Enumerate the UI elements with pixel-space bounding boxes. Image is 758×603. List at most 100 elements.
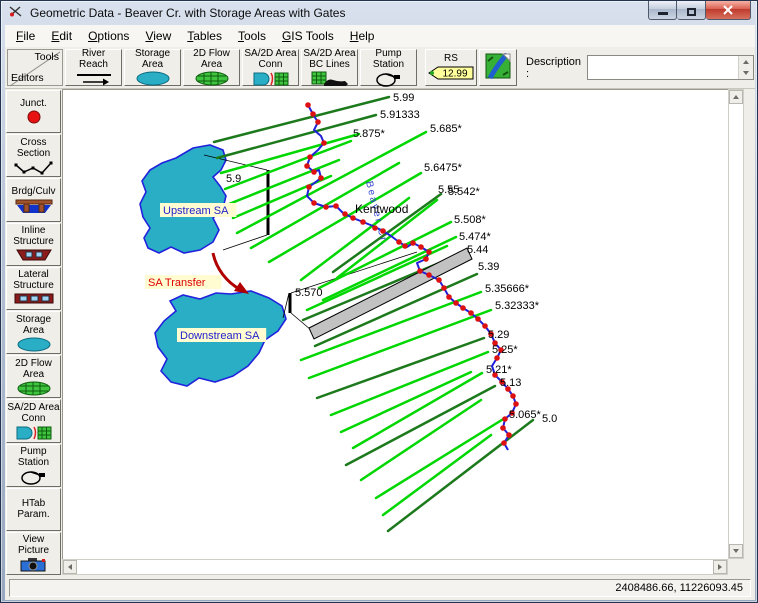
editors-label: Editors	[11, 72, 44, 84]
vertical-scroll-track[interactable]	[729, 104, 743, 544]
client-area: FileEditOptionsViewTablesToolsGIS ToolsH…	[5, 25, 755, 600]
scroll-up-button[interactable]	[729, 90, 743, 104]
sidebar-lateral-structure-button[interactable]: LateralStructure	[6, 267, 61, 310]
scroll-left-icon	[68, 564, 72, 570]
rs-tag-icon: 12.99	[427, 65, 475, 82]
schematic-canvas[interactable]: Beaver Cr.5.995.913335.875*5.685*5.6475*…	[62, 89, 728, 559]
title-bar: Geometric Data - Beaver Cr. with Storage…	[1, 1, 757, 25]
horizontal-scrollbar[interactable]	[62, 559, 728, 575]
tools-editors-cell: Tools Editors	[7, 49, 63, 86]
toolbar-2d-flow-area-button[interactable]: 2D FlowArea	[183, 49, 240, 86]
sidebar-sa-2d-area-conn-button[interactable]: SA/2D AreaConn	[6, 399, 61, 442]
cross-section-line[interactable]	[346, 386, 495, 465]
toolbar: Tools Editors RiverReach StorageArea 2D Fl…	[5, 47, 755, 89]
interpolated-cross-section-line[interactable]	[361, 400, 481, 480]
menu-view[interactable]: View	[137, 27, 179, 46]
spinner-up-button[interactable]	[739, 56, 753, 68]
river-station-label: 5.35666*	[485, 283, 530, 295]
river-station-label: 5.065*	[509, 409, 542, 421]
minimize-icon	[658, 12, 668, 15]
maximize-icon	[687, 8, 696, 16]
river-station-label: 5.474*	[459, 231, 492, 243]
description-spinner	[738, 56, 753, 79]
tools-label: Tools	[34, 51, 59, 63]
menu-file[interactable]: File	[8, 27, 43, 46]
river-station-label: 5.570	[295, 287, 323, 299]
pump-icon	[19, 469, 49, 484]
river-station-label: 5.99	[393, 92, 414, 104]
svg-text:12.99: 12.99	[442, 69, 467, 80]
description-input[interactable]	[588, 56, 738, 79]
sidebar-junct-button[interactable]: Junct.	[6, 90, 61, 133]
menu-tools[interactable]: Tools	[230, 27, 274, 46]
coordinates-readout: 2408486.66, 11226093.45	[9, 579, 751, 597]
river-station-label: 5.0	[542, 413, 557, 425]
lateral-structure-label: LateralStructure	[13, 269, 54, 291]
river-reach-icon	[74, 71, 114, 88]
menu-gis-tools[interactable]: GIS Tools	[274, 27, 342, 46]
sa-2d-area-conn-label: SA/2D AreaConn	[7, 402, 59, 424]
sidebar-pump-station-button[interactable]: PumpStation	[6, 444, 61, 487]
sa-2d-area-bc-lines-label: SA/2D AreaBC Lines	[303, 48, 355, 70]
toolbar-rs-button[interactable]: RS12.99	[425, 49, 477, 86]
scroll-left-button[interactable]	[63, 560, 77, 574]
sidebar-cross-section-button[interactable]: CrossSection	[6, 134, 61, 177]
vertical-scrollbar[interactable]	[728, 89, 744, 559]
minimize-button[interactable]	[648, 1, 677, 20]
pump-station-label: PumpStation	[373, 48, 404, 70]
river-station-label: 5.44	[467, 244, 488, 256]
sidebar-brdg-culv-button[interactable]: Brdg/Culv	[6, 178, 61, 221]
interpolated-cross-section-line[interactable]	[383, 435, 491, 515]
sidebar-2d-flow-area-button[interactable]: 2D FlowArea	[6, 355, 61, 398]
scroll-down-button[interactable]	[729, 544, 743, 558]
status-bar: 2408486.66, 11226093.45	[5, 576, 755, 600]
scroll-down-icon	[733, 549, 739, 553]
interpolated-cross-section-line[interactable]	[221, 134, 359, 173]
storage-area-icon	[16, 337, 52, 352]
toolbar-sa-2d-area-bc-lines-button[interactable]: SA/2D AreaBC Lines	[301, 49, 358, 86]
river-station-label: 5.13	[500, 377, 521, 389]
menu-help[interactable]: Help	[342, 27, 383, 46]
river-station-label: 5.6475*	[424, 162, 463, 174]
toolbar-storage-area-button[interactable]: StorageArea	[124, 49, 181, 86]
description-section: Description : ...	[519, 49, 758, 86]
close-button[interactable]	[706, 1, 751, 20]
sa-transfer-label: SA Transfer	[148, 277, 206, 289]
horizontal-scroll-track[interactable]	[77, 560, 713, 574]
sidebar-view-picture-button[interactable]: ViewPicture	[6, 532, 61, 575]
editors-sidebar: Junct.CrossSectionBrdg/Culv InlineStructu…	[5, 89, 62, 576]
sidebar-storage-area-button[interactable]: StorageArea	[6, 311, 61, 354]
menu-options[interactable]: Options	[80, 27, 137, 46]
toolbar-sa-2d-area-conn-button[interactable]: SA/2D AreaConn	[242, 49, 299, 86]
river-schematic[interactable]: Beaver Cr.5.995.913335.875*5.685*5.6475*…	[63, 90, 727, 558]
storage-area-upstream-sa[interactable]	[140, 145, 226, 253]
description-label: Description :	[526, 56, 582, 80]
scroll-right-button[interactable]	[713, 560, 727, 574]
menu-edit[interactable]: Edit	[43, 27, 80, 46]
sidebar-inline-structure-button[interactable]: InlineStructure	[6, 223, 61, 266]
flow-area-2d-icon	[194, 71, 230, 88]
cross-section-line[interactable]	[317, 338, 484, 398]
sidebar-htab-param-button[interactable]: HTabParam.	[6, 488, 61, 531]
inline-structure-label: InlineStructure	[13, 225, 54, 247]
menu-tables[interactable]: Tables	[179, 27, 230, 46]
app-icon	[8, 5, 24, 21]
junction-icon	[26, 110, 42, 125]
spinner-down-icon	[743, 71, 749, 75]
scroll-right-icon	[718, 564, 722, 570]
maximize-button[interactable]	[677, 1, 706, 20]
river-reach-label: RiverReach	[79, 48, 108, 70]
view-picture-label: ViewPicture	[18, 534, 49, 556]
inline-structure-icon	[15, 248, 53, 263]
close-icon	[722, 4, 734, 16]
river-station-label: 5.25*	[492, 344, 518, 356]
toolbar-map-view-button[interactable]	[479, 49, 517, 86]
toolbar-pump-station-button[interactable]: PumpStation	[360, 49, 417, 86]
pump-icon	[374, 71, 404, 88]
interpolated-cross-section-line[interactable]	[353, 373, 482, 448]
toolbar-river-reach-button[interactable]: RiverReach	[65, 49, 122, 86]
spinner-down-button[interactable]	[739, 68, 753, 80]
storage-area-label: StorageArea	[135, 48, 170, 70]
spinner-up-icon	[743, 60, 749, 64]
camera-icon	[19, 557, 49, 572]
